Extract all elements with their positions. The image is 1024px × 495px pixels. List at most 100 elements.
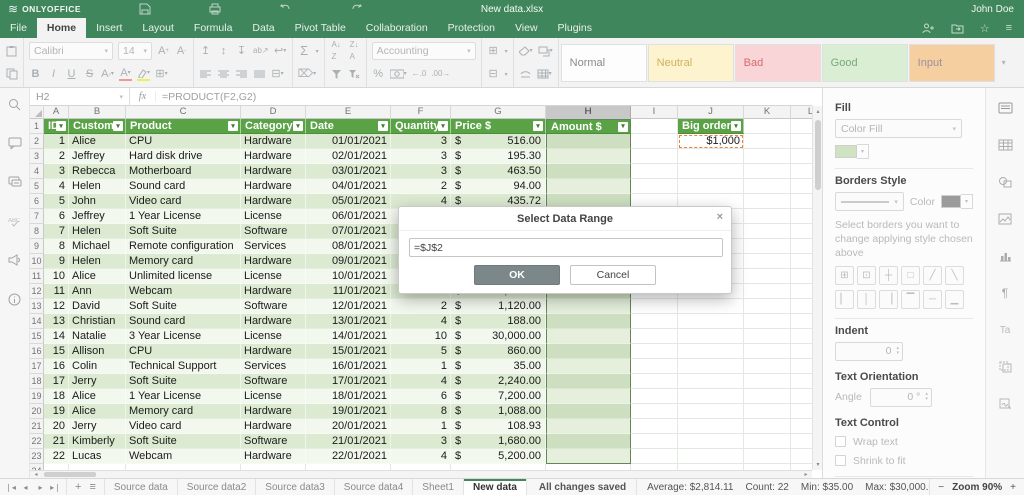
- cell-L18[interactable]: [791, 374, 812, 389]
- cell-C17[interactable]: Technical Support: [126, 359, 241, 374]
- row-header-1[interactable]: 1: [30, 119, 44, 134]
- align-middle-icon[interactable]: ↕: [217, 45, 230, 57]
- row-header-3[interactable]: 3: [30, 149, 44, 164]
- horizontal-scroll-thumb[interactable]: [44, 472, 96, 477]
- column-header-D[interactable]: D: [241, 106, 306, 119]
- cell-D7[interactable]: License: [241, 209, 306, 224]
- add-sheet-icon[interactable]: +: [75, 481, 81, 493]
- row-header-11[interactable]: 11: [30, 269, 44, 284]
- menu-tab-plugins[interactable]: Plugins: [548, 18, 602, 38]
- cell-B17[interactable]: Colin: [69, 359, 126, 374]
- cell-E5[interactable]: 04/01/2021: [306, 179, 391, 194]
- cell-C11[interactable]: Unlimited license: [126, 269, 241, 284]
- left-border-button[interactable]: ▏: [835, 289, 854, 309]
- cell-J15[interactable]: [678, 329, 744, 344]
- filter-icon[interactable]: ▾: [56, 121, 66, 131]
- filter-icon[interactable]: ▾: [438, 121, 448, 131]
- cell-C5[interactable]: Sound card: [126, 179, 241, 194]
- column-header-F[interactable]: F: [391, 106, 451, 119]
- cell-K23[interactable]: [744, 449, 791, 464]
- cell-K12[interactable]: [744, 284, 791, 299]
- subscript-button[interactable]: A ₂ ▾: [101, 68, 114, 80]
- cell-K6[interactable]: [744, 194, 791, 209]
- fill-color-swatch[interactable]: ▾: [835, 144, 973, 159]
- increase-font-icon[interactable]: A +: [157, 45, 170, 57]
- cell-J5[interactable]: [678, 179, 744, 194]
- cell-E11[interactable]: 10/01/2021: [306, 269, 391, 284]
- cell-F16[interactable]: 5: [391, 344, 451, 359]
- cell-F1[interactable]: Quantity ▾: [391, 119, 451, 134]
- cell-L4[interactable]: [791, 164, 812, 179]
- clear-style-icon[interactable]: ▾: [518, 45, 533, 57]
- cell-L2[interactable]: [791, 134, 812, 149]
- column-header-B[interactable]: B: [69, 106, 126, 119]
- vertical-border-button[interactable]: │: [857, 289, 876, 309]
- cell-C3[interactable]: Hard disk drive: [126, 149, 241, 164]
- wrap-text-checkbox[interactable]: Wrap text: [835, 436, 973, 448]
- cell-H3[interactable]: [546, 149, 631, 164]
- cell-J20[interactable]: [678, 404, 744, 419]
- cell-C9[interactable]: Remote configuration: [126, 239, 241, 254]
- cell-C18[interactable]: Soft Suite: [126, 374, 241, 389]
- cell-F5[interactable]: 2: [391, 179, 451, 194]
- bold-button[interactable]: B: [29, 68, 42, 80]
- select-all-corner[interactable]: [30, 106, 44, 119]
- next-sheet-icon[interactable]: ▸: [34, 483, 47, 492]
- row-header-2[interactable]: 2: [30, 134, 44, 149]
- menu-tab-data[interactable]: Data: [242, 18, 284, 38]
- filter-icon[interactable]: ▾: [228, 121, 238, 131]
- cell-A17[interactable]: 16: [44, 359, 69, 374]
- inside-borders-button[interactable]: ⊡: [857, 265, 876, 285]
- merge-cells-icon[interactable]: ⊟ ▾: [271, 68, 284, 80]
- menu-tab-collaboration[interactable]: Collaboration: [356, 18, 438, 38]
- angle-stepper[interactable]: 0 ° ▴ ▾: [869, 387, 932, 407]
- cell-G22[interactable]: $1,680.00: [451, 434, 546, 449]
- cross-borders-button[interactable]: ┼: [879, 265, 898, 285]
- cell-C6[interactable]: Video card: [126, 194, 241, 209]
- cell-K7[interactable]: [744, 209, 791, 224]
- cell-A5[interactable]: 4: [44, 179, 69, 194]
- column-header-C[interactable]: C: [126, 106, 241, 119]
- zoom-in-icon[interactable]: +: [1010, 482, 1016, 493]
- cell-D10[interactable]: Hardware: [241, 254, 306, 269]
- cell-F18[interactable]: 4: [391, 374, 451, 389]
- cell-H22[interactable]: [546, 434, 631, 449]
- copy-style-icon[interactable]: ▾: [538, 45, 553, 57]
- row-header-22[interactable]: 22: [30, 434, 44, 449]
- filter-icon[interactable]: ▾: [731, 121, 741, 131]
- cell-G5[interactable]: $94.00: [451, 179, 546, 194]
- cell-C19[interactable]: 1 Year License: [126, 389, 241, 404]
- styles-more-button[interactable]: ▾: [997, 38, 1011, 87]
- cell-G14[interactable]: $188.00: [451, 314, 546, 329]
- cell-E12[interactable]: 11/01/2021: [306, 284, 391, 299]
- cell-B10[interactable]: Helen: [69, 254, 126, 269]
- cell-L13[interactable]: [791, 299, 812, 314]
- cell-C13[interactable]: Soft Suite: [126, 299, 241, 314]
- open-file-location-icon[interactable]: [951, 23, 964, 34]
- cell-A15[interactable]: 14: [44, 329, 69, 344]
- cell-G21[interactable]: $108.93: [451, 419, 546, 434]
- row-header-9[interactable]: 9: [30, 239, 44, 254]
- print-icon[interactable]: [209, 3, 221, 15]
- cell-K2[interactable]: [744, 134, 791, 149]
- row-header-18[interactable]: 18: [30, 374, 44, 389]
- chat-icon[interactable]: [7, 174, 23, 190]
- cell-F21[interactable]: 1: [391, 419, 451, 434]
- cell-L21[interactable]: [791, 419, 812, 434]
- insert-cells-icon[interactable]: ⊞: [487, 45, 500, 57]
- column-header-J[interactable]: J: [678, 106, 744, 119]
- cell-E20[interactable]: 19/01/2021: [306, 404, 391, 419]
- cell-B3[interactable]: Jeffrey: [69, 149, 126, 164]
- row-header-10[interactable]: 10: [30, 254, 44, 269]
- cell-G2[interactable]: $516.00: [451, 134, 546, 149]
- cell-L7[interactable]: [791, 209, 812, 224]
- signature-settings-icon[interactable]: [997, 396, 1013, 412]
- cell-E2[interactable]: 01/01/2021: [306, 134, 391, 149]
- cell-I20[interactable]: [631, 404, 678, 419]
- cell-A13[interactable]: 12: [44, 299, 69, 314]
- cell-A23[interactable]: 22: [44, 449, 69, 464]
- cell-L6[interactable]: [791, 194, 812, 209]
- horizontal-border-button[interactable]: ─: [923, 289, 942, 309]
- cell-style-normal[interactable]: Normal: [560, 43, 647, 82]
- cell-C4[interactable]: Motherboard: [126, 164, 241, 179]
